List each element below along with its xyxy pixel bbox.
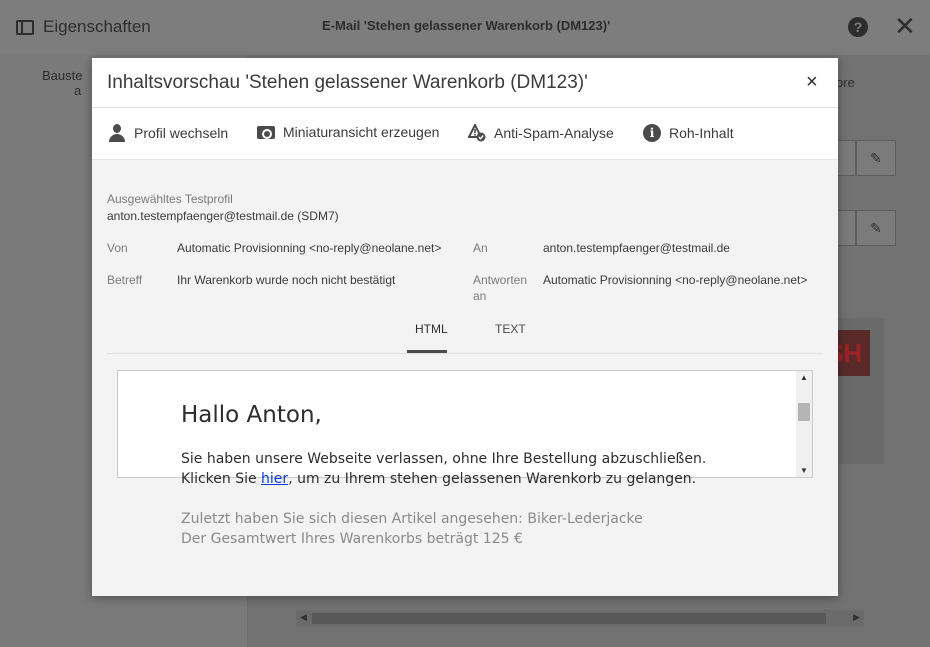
switch-profile-button[interactable]: Profil wechseln xyxy=(108,124,228,142)
to-value: anton.testempfaenger@testmail.de xyxy=(543,241,730,255)
cart-link[interactable]: hier xyxy=(261,471,288,487)
tab-html[interactable]: HTML xyxy=(415,322,448,336)
subject-value: Ihr Warenkorb wurde noch nicht bestätigt xyxy=(177,273,396,287)
email-line-cart-link: Klicken Sie hier, um zu Ihrem stehen gel… xyxy=(181,471,696,487)
from-value: Automatic Provisionning <no-reply@neolan… xyxy=(177,241,442,255)
scroll-left-icon[interactable]: ◀ xyxy=(300,612,307,623)
test-profile-label: Ausgewähltes Testprofil xyxy=(107,192,233,206)
reply-to-label-line2: an xyxy=(473,289,487,303)
edit-pen-icon[interactable]: ✎ xyxy=(856,210,896,246)
subject-label: Betreff xyxy=(107,273,143,287)
dialog-toolbar: Profil wechseln Miniaturansicht erzeugen… xyxy=(92,108,838,160)
email-line-last-viewed: Zuletzt haben Sie sich diesen Artikel an… xyxy=(181,511,643,527)
dialog-title: Inhaltsvorschau 'Stehen gelassener Waren… xyxy=(107,72,588,93)
scroll-up-icon[interactable]: ▲ xyxy=(800,373,808,382)
sidebar-tab-label: Bauste xyxy=(42,68,83,83)
window-title: E-Mail 'Stehen gelassener Warenkorb (DM1… xyxy=(322,18,611,33)
scrollbar-thumb[interactable] xyxy=(798,403,810,421)
to-label: An xyxy=(473,241,488,255)
scrollbar-thumb[interactable] xyxy=(312,613,826,624)
tab-more[interactable]: ore xyxy=(836,75,855,90)
reply-to-value: Automatic Provisionning <no-reply@neolan… xyxy=(543,273,808,287)
raw-content-label: Roh-Inhalt xyxy=(669,125,734,141)
raw-content-button[interactable]: i Roh-Inhalt xyxy=(643,124,734,142)
edit-pen-icon[interactable]: ✎ xyxy=(856,140,896,176)
camera-icon xyxy=(257,125,275,139)
test-profile-value: anton.testempfaenger@testmail.de (SDM7) xyxy=(107,209,339,223)
cart-link-prefix: Klicken Sie xyxy=(181,471,262,487)
email-greeting: Hallo Anton, xyxy=(181,402,322,428)
reply-to-label: Antworten xyxy=(473,273,528,287)
panel-title: Eigenschaften xyxy=(43,17,151,36)
email-line-left-site: Sie haben unsere Webseite verlassen, ohn… xyxy=(181,451,707,467)
email-line-cart-total: Der Gesamtwert Ihres Warenkorbs beträgt … xyxy=(181,531,523,547)
switch-profile-label: Profil wechseln xyxy=(134,125,229,141)
sidebar-tab[interactable]: Bauste a xyxy=(42,68,82,98)
anti-spam-icon xyxy=(468,124,486,142)
cart-link-suffix: , um zu Ihrem stehen gelassenen Warenkor… xyxy=(288,471,697,487)
dialog-header: Inhaltsvorschau 'Stehen gelassener Waren… xyxy=(92,58,838,108)
close-icon[interactable]: ✕ xyxy=(894,12,916,40)
help-icon[interactable]: ? xyxy=(848,17,868,37)
properties-panel-toggle[interactable]: Eigenschaften xyxy=(16,17,151,37)
from-label: Von xyxy=(107,241,128,255)
scroll-right-icon[interactable]: ▶ xyxy=(853,612,860,623)
anti-spam-button[interactable]: Anti-Spam-Analyse xyxy=(468,124,614,142)
content-preview-dialog: Inhaltsvorschau 'Stehen gelassener Waren… xyxy=(92,58,838,596)
app-header: Eigenschaften E-Mail 'Stehen gelassener … xyxy=(0,0,930,55)
sidebar-tab-label-line2: a xyxy=(74,83,82,98)
generate-thumbnail-label: Miniaturansicht erzeugen xyxy=(283,124,440,140)
panel-icon xyxy=(16,19,34,35)
preview-vertical-scrollbar[interactable]: ▲ ▼ xyxy=(796,371,812,477)
user-icon xyxy=(108,124,126,142)
tabs-divider xyxy=(107,353,823,354)
horizontal-scrollbar[interactable]: ◀ ▶ xyxy=(296,610,864,626)
info-icon: i xyxy=(643,124,661,142)
anti-spam-label: Anti-Spam-Analyse xyxy=(494,125,614,141)
dialog-close-icon[interactable]: × xyxy=(806,71,818,93)
scroll-down-icon[interactable]: ▼ xyxy=(800,466,808,475)
generate-thumbnail-button[interactable]: Miniaturansicht erzeugen xyxy=(257,124,439,140)
tab-text[interactable]: TEXT xyxy=(495,322,526,336)
